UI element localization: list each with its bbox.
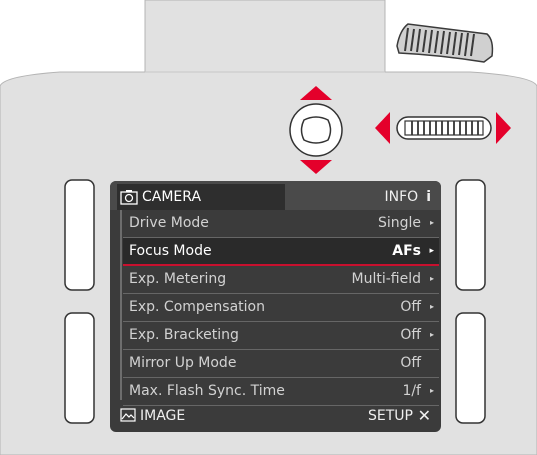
menu-item-drive-mode[interactable]: Drive Mode Single ▸ (123, 210, 439, 238)
right-upper-soft-key-button[interactable] (456, 180, 485, 290)
tab-camera[interactable]: CAMERA (117, 184, 285, 210)
tab-camera-label: CAMERA (142, 189, 202, 205)
left-upper-soft-key-button[interactable] (65, 180, 94, 290)
menu-item-value: Off (400, 299, 421, 315)
menu-scrollbar (120, 210, 122, 400)
info-icon: i (426, 189, 431, 205)
menu-item-exp-bracketing[interactable]: Exp. Bracketing Off ▸ (123, 322, 439, 350)
menu-item-exp-compensation[interactable]: Exp. Compensation Off ▸ (123, 294, 439, 322)
menu-item-label: Drive Mode (129, 215, 209, 231)
submenu-arrow-icon: ▸ (429, 302, 434, 311)
setup-tools-icon: ✕ (417, 406, 431, 425)
tab-setup[interactable]: SETUP (368, 400, 413, 432)
lcd-screen: CAMERA INFO i Drive Mode Single ▸ Focus M… (110, 181, 441, 432)
tab-image[interactable]: IMAGE (140, 400, 185, 432)
menu-item-mirror-up-mode[interactable]: Mirror Up Mode Off (123, 350, 439, 378)
menu-item-value: Off (400, 327, 421, 343)
submenu-arrow-icon: ▸ (429, 274, 434, 283)
menu-item-label: Exp. Metering (129, 271, 227, 287)
submenu-arrow-icon: ▸ (429, 246, 434, 256)
joystick-down-button[interactable] (300, 158, 332, 176)
tab-info[interactable]: INFO i (385, 184, 432, 210)
image-icon (120, 408, 136, 422)
menu-item-label: Exp. Compensation (129, 299, 265, 315)
thumbwheel-right-button[interactable] (494, 112, 512, 144)
left-lower-soft-key-button[interactable] (65, 313, 94, 423)
right-lower-soft-key-button[interactable] (456, 313, 485, 423)
joystick-center-button[interactable] (298, 112, 334, 148)
menu-list: Drive Mode Single ▸ Focus Mode AFs ▸ Exp… (123, 210, 439, 406)
menu-item-focus-mode[interactable]: Focus Mode AFs ▸ (123, 238, 439, 266)
menu-item-exp-metering[interactable]: Exp. Metering Multi-field ▸ (123, 266, 439, 294)
joystick-up-button[interactable] (300, 84, 332, 102)
menu-footer: IMAGE SETUP ✕ (110, 400, 441, 432)
menu-item-value: Off (400, 355, 421, 371)
submenu-arrow-icon: ▸ (429, 330, 434, 339)
menu-item-label: Focus Mode (129, 243, 212, 259)
camera-icon (120, 190, 138, 205)
tab-info-label: INFO (384, 189, 419, 205)
menu-item-label: Mirror Up Mode (129, 355, 237, 371)
menu-item-value: AFs (392, 243, 421, 259)
menu-item-label: Exp. Bracketing (129, 327, 239, 343)
menu-header: CAMERA INFO i (110, 181, 441, 210)
submenu-arrow-icon: ▸ (429, 218, 434, 227)
thumbwheel-control[interactable] (397, 117, 491, 139)
menu-item-value: Multi-field (351, 271, 421, 287)
menu-item-value: Single (377, 215, 421, 231)
thumbwheel-left-button[interactable] (374, 112, 392, 144)
top-control-dial[interactable] (397, 24, 494, 62)
